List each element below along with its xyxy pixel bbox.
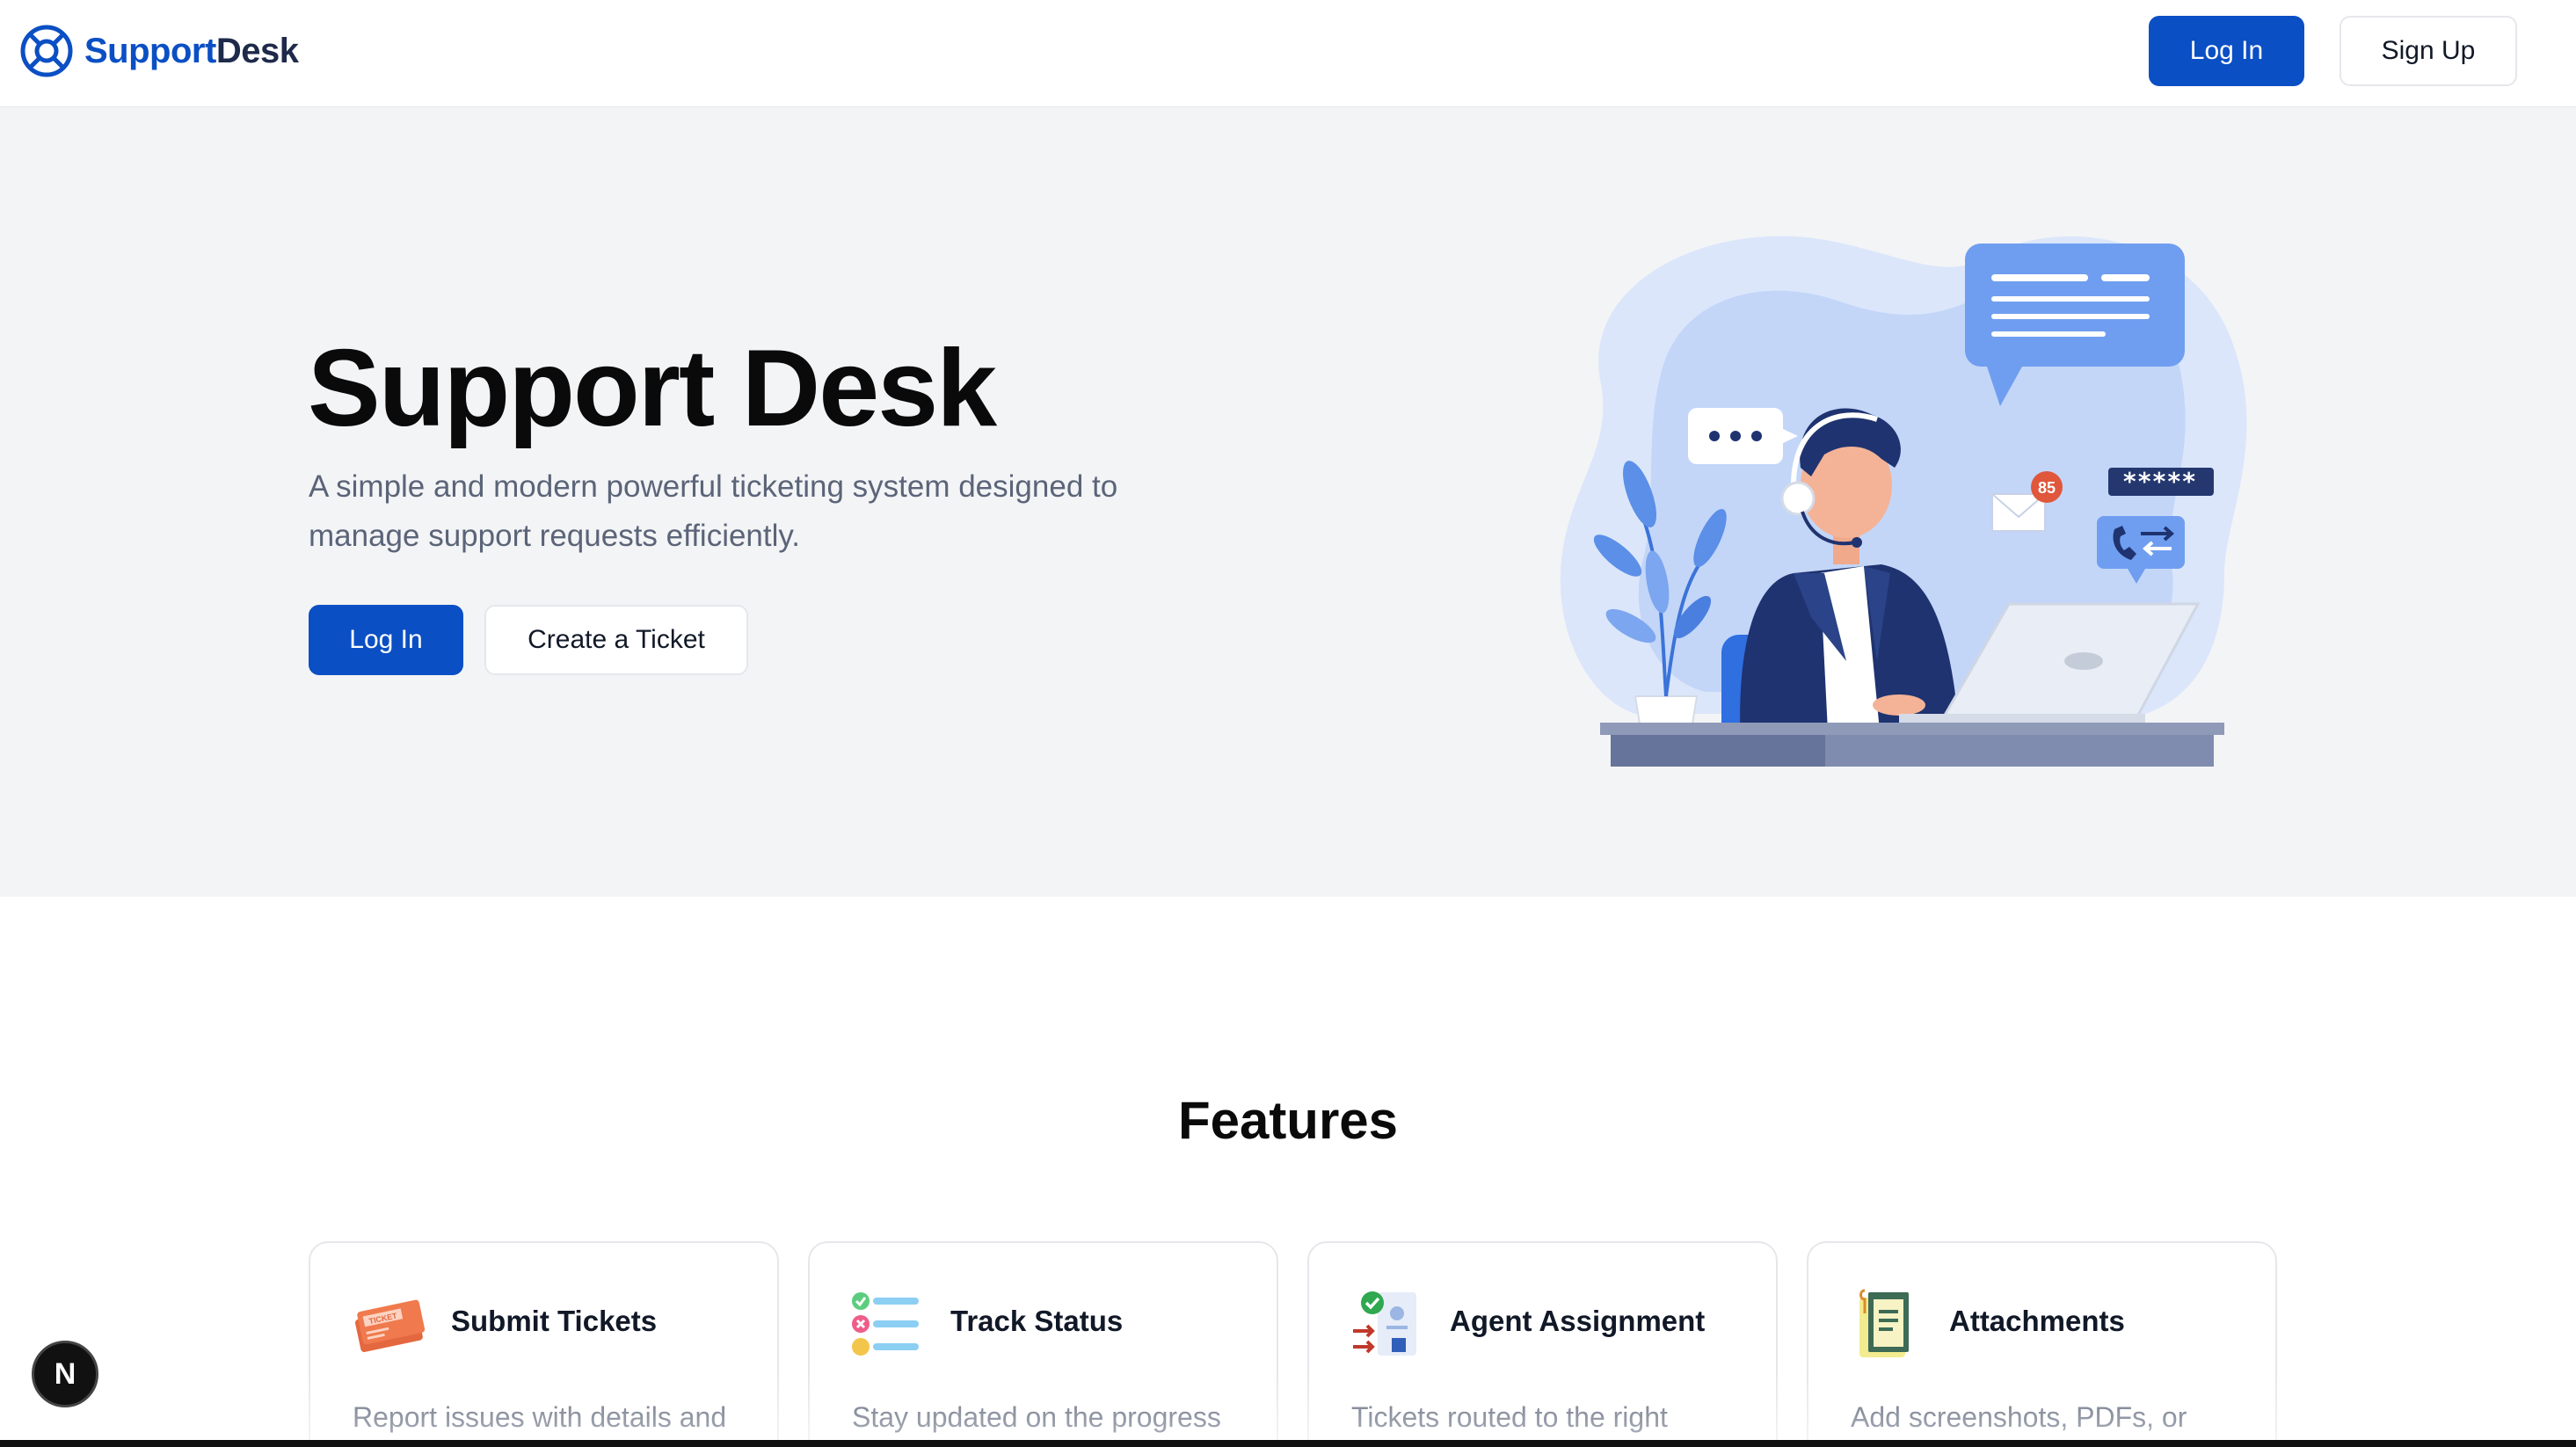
svg-text:*****: ***** [2122,467,2196,496]
create-ticket-button[interactable]: Create a Ticket [484,605,748,675]
brand-name: SupportDesk [84,31,299,71]
feature-card-description: Report issues with details and [353,1401,727,1433]
feature-card-track-status: Track Status Stay updated on the progres… [808,1241,1278,1447]
hero-login-button[interactable]: Log In [309,605,463,675]
feature-card-title: Attachments [1949,1305,2125,1337]
feature-card-description: Add screenshots, PDFs, or [1851,1401,2187,1433]
feature-card-title: Agent Assignment [1450,1305,1706,1337]
feature-card-attachments: Attachments Add screenshots, PDFs, or [1807,1241,2277,1447]
feature-card-title: Track Status [950,1305,1124,1337]
feature-card-description: Tickets routed to the right [1351,1401,1668,1433]
features-heading: Features [1177,1091,1399,1150]
brand-name-part1: Support [84,31,216,70]
hero-title: Support Desk [308,328,997,449]
agent-assignment-icon [1353,1291,1416,1356]
header-login-button[interactable]: Log In [2149,16,2304,86]
svg-text:85: 85 [2038,479,2056,497]
window-bottom-edge [0,1440,2576,1447]
top-navbar: SupportDesk Log In Sign Up [0,0,2576,107]
brand-logo[interactable]: SupportDesk [19,23,299,79]
lifebuoy-icon [20,25,73,77]
hero-section: Support Desk A simple and modern powerfu… [0,107,2576,897]
status-list-icon [852,1292,919,1356]
hero-subtitle: A simple and modern powerful ticketing s… [309,469,1118,553]
header-signup-button[interactable]: Sign Up [2340,16,2517,86]
support-agent-illustration: 85 ***** [1560,236,2247,767]
password-field-icon: ***** [2108,467,2214,496]
feature-card-title: Submit Tickets [451,1305,658,1337]
ticket-icon: TICKET [355,1299,425,1352]
feature-card-submit-tickets: TICKET Submit Tickets Report issues with… [309,1241,779,1447]
attachment-clipboard-icon [1859,1289,1909,1357]
feature-card-description: Stay updated on the progress [852,1401,1221,1433]
brand-name-part2: Desk [215,31,299,70]
chat-dots-bubble-icon [1688,408,1798,464]
feature-card-agent-assignment: Agent Assignment Tickets routed to the r… [1307,1241,1778,1447]
dev-tools-badge[interactable]: N [32,1341,98,1407]
